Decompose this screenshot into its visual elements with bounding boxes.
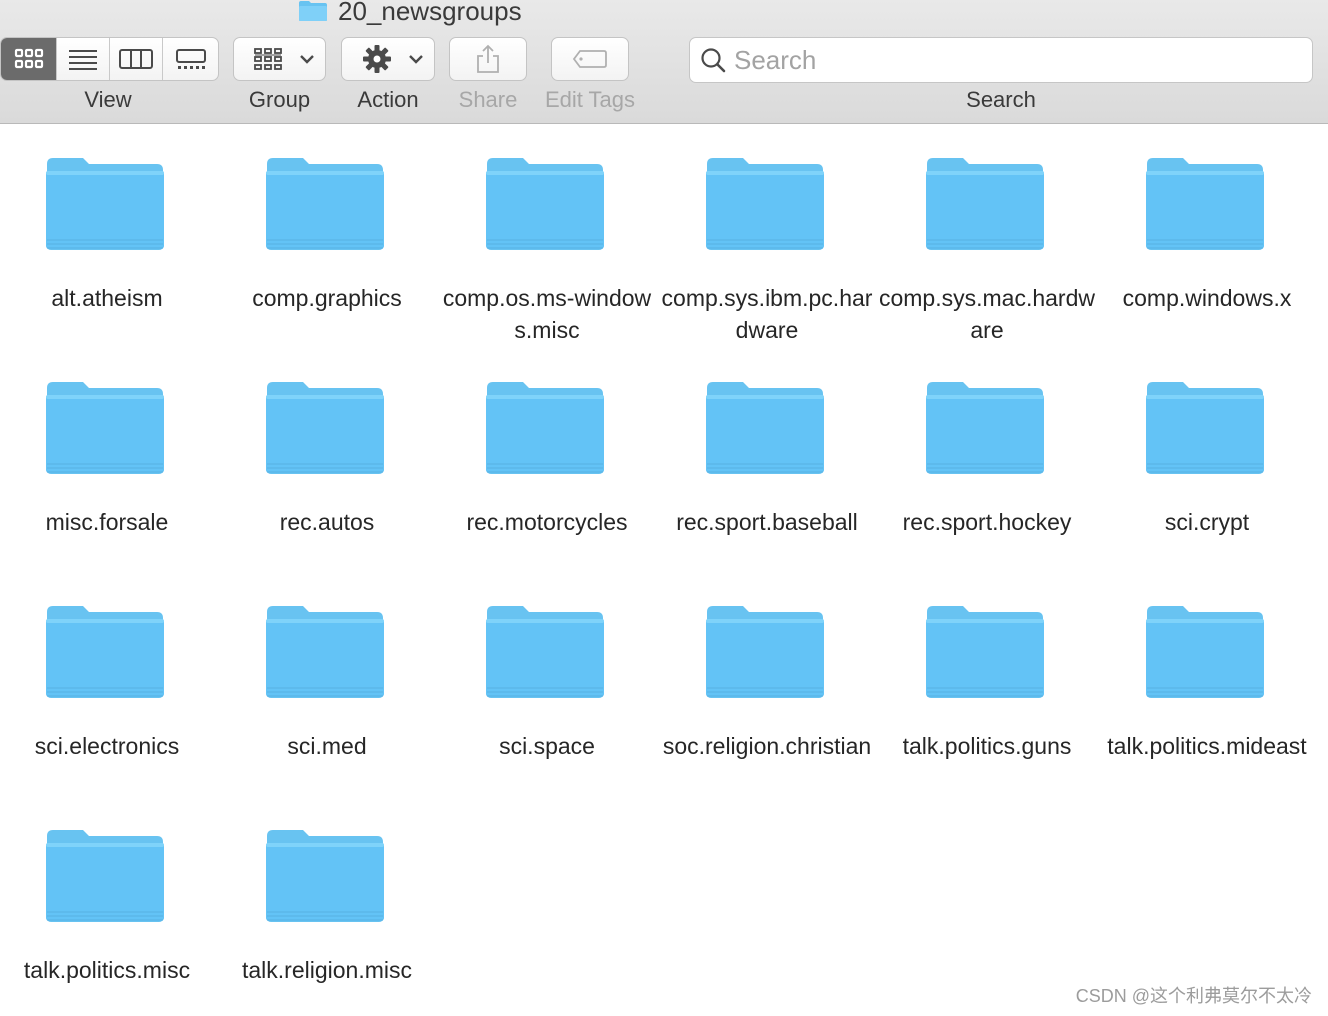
folder-icon <box>46 158 164 250</box>
folder-label: comp.graphics <box>252 285 402 311</box>
search-icon <box>701 48 726 73</box>
folder-item[interactable]: alt.atheism <box>0 124 217 344</box>
group-label: Group <box>248 87 311 112</box>
folder-item[interactable]: soc.religion.christian <box>657 572 877 792</box>
folder-item[interactable]: rec.autos <box>217 348 437 568</box>
folder-item[interactable]: comp.sys.ibm.pc.hardware <box>657 124 877 344</box>
folder-icon <box>926 606 1044 698</box>
folder-icon <box>266 606 384 698</box>
column-view-button[interactable] <box>110 38 163 80</box>
group-dropdown[interactable] <box>233 37 326 81</box>
folder-icon <box>486 382 604 474</box>
folder-icon <box>706 158 824 250</box>
folder-label: talk.religion.misc <box>242 957 412 983</box>
folder-label: sci.space <box>499 733 595 759</box>
folder-item[interactable]: comp.windows.x <box>1097 124 1317 344</box>
icon-view-icon <box>14 48 43 69</box>
folder-item[interactable]: sci.electronics <box>0 572 217 792</box>
folder-label: rec.autos <box>279 509 375 535</box>
share-label: Share <box>458 87 518 112</box>
folder-icon <box>706 606 824 698</box>
edit-tags-button[interactable] <box>551 37 629 81</box>
folder-label: rec.sport.hockey <box>902 509 1072 535</box>
folder-icon <box>1146 606 1264 698</box>
edit-tags-button-face <box>552 38 628 80</box>
folder-icon <box>266 830 384 922</box>
folder-item[interactable]: rec.sport.baseball <box>657 348 877 568</box>
folder-icon <box>266 158 384 250</box>
action-dropdown[interactable] <box>341 37 435 81</box>
folder-item[interactable]: talk.politics.misc <box>0 796 217 1016</box>
share-button-face <box>450 38 526 80</box>
folder-label: sci.med <box>287 733 367 759</box>
edit-tags-label: Edit Tags <box>544 87 636 112</box>
folder-item[interactable]: rec.motorcycles <box>437 348 657 568</box>
folder-item[interactable]: sci.space <box>437 572 657 792</box>
folder-label: comp.sys.mac.hardware <box>878 285 1095 343</box>
chevron-down-icon <box>300 55 314 64</box>
folder-icon <box>1146 382 1264 474</box>
folder-icon <box>926 382 1044 474</box>
group-icon <box>254 48 282 70</box>
view-label: View <box>84 87 132 112</box>
list-view-icon <box>69 50 97 70</box>
search-input[interactable] <box>734 44 1294 76</box>
folder-icon <box>46 830 164 922</box>
folder-icon <box>46 382 164 474</box>
window-title: 20_newsgroups <box>298 0 522 26</box>
folder-label: sci.crypt <box>1164 509 1250 535</box>
folder-item[interactable]: misc.forsale <box>0 348 217 568</box>
folder-icon <box>486 158 604 250</box>
folder-label: comp.sys.ibm.pc.hardware <box>661 285 873 343</box>
folder-icon <box>706 382 824 474</box>
folder-label: soc.religion.christian <box>662 733 872 759</box>
action-dropdown-button[interactable] <box>342 38 434 80</box>
action-label: Action <box>357 87 419 112</box>
folder-item[interactable]: rec.sport.hockey <box>877 348 1097 568</box>
folder-label: talk.politics.guns <box>902 733 1072 759</box>
share-button[interactable] <box>449 37 527 81</box>
folder-label: misc.forsale <box>45 509 169 535</box>
tag-icon <box>572 50 607 68</box>
folder-label: talk.politics.mideast <box>1107 733 1307 759</box>
search-label: Search <box>966 87 1036 112</box>
gallery-view-icon <box>175 49 206 69</box>
folder-icon <box>46 606 164 698</box>
group-dropdown-button[interactable] <box>234 38 325 80</box>
folder-icon <box>266 382 384 474</box>
folder-item[interactable]: talk.politics.mideast <box>1097 572 1317 792</box>
icon-view-button[interactable] <box>1 38 57 80</box>
folder-item[interactable]: comp.graphics <box>217 124 437 344</box>
folder-item[interactable]: sci.crypt <box>1097 348 1317 568</box>
toolbar: 20_newsgroups View Group Action Share Ed… <box>0 0 1328 124</box>
folder-icon <box>1146 158 1264 250</box>
folder-item[interactable]: talk.religion.misc <box>217 796 437 1016</box>
folder-item[interactable]: talk.politics.guns <box>877 572 1097 792</box>
folder-label: talk.politics.misc <box>23 957 191 983</box>
folder-label: comp.os.ms-windows.misc <box>442 285 652 343</box>
folder-icon <box>299 1 327 21</box>
folder-item[interactable]: comp.sys.mac.hardware <box>877 124 1097 344</box>
folder-icon <box>486 606 604 698</box>
chevron-down-icon <box>409 55 423 64</box>
folder-item[interactable]: comp.os.ms-windows.misc <box>437 124 657 344</box>
folder-label: rec.sport.baseball <box>676 509 858 535</box>
gallery-view-button[interactable] <box>163 38 218 80</box>
folder-icon <box>926 158 1044 250</box>
view-segmented-control <box>0 37 219 81</box>
folder-label: rec.motorcycles <box>466 509 628 535</box>
folder-item[interactable]: sci.med <box>217 572 437 792</box>
window-title-text: 20_newsgroups <box>338 0 522 26</box>
watermark: CSDN @这个利弗莫尔不太冷 <box>1075 986 1312 1006</box>
column-view-icon <box>119 49 153 69</box>
search-field[interactable] <box>689 37 1313 83</box>
folder-label: sci.electronics <box>34 733 180 759</box>
gear-icon <box>363 45 391 73</box>
share-icon <box>477 44 499 73</box>
folder-label: comp.windows.x <box>1122 285 1292 311</box>
list-view-button[interactable] <box>57 38 110 80</box>
folder-label: alt.atheism <box>51 285 163 311</box>
